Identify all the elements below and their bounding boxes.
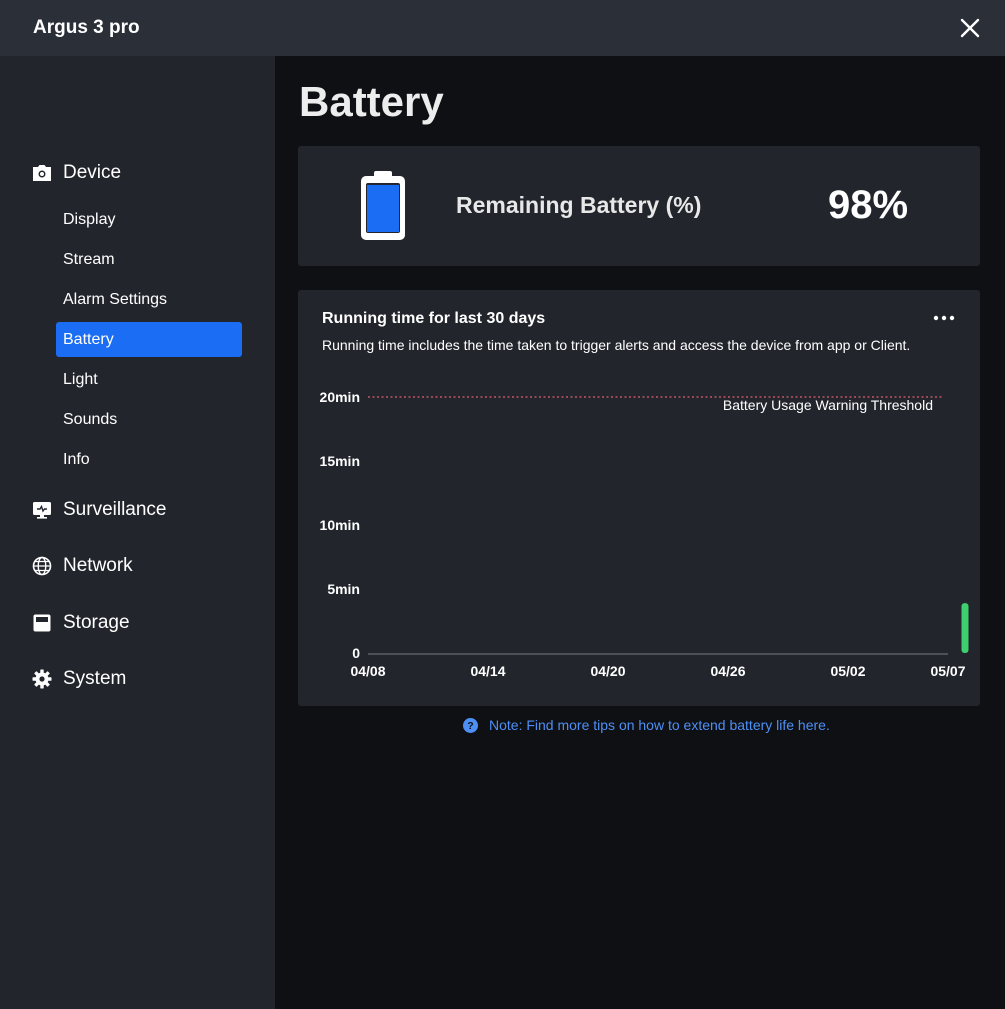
x-tick-label: 05/02 [830, 663, 865, 679]
camera-icon [32, 163, 52, 183]
sidebar-item-light[interactable]: Light [56, 362, 242, 397]
battery-icon [361, 171, 405, 240]
sidebar-group-label: Network [63, 555, 133, 576]
close-button[interactable] [957, 15, 983, 41]
sidebar-item-sounds[interactable]: Sounds [56, 402, 242, 437]
sidebar-group-system[interactable]: System [32, 664, 126, 694]
battery-label: Remaining Battery (%) [456, 192, 702, 218]
x-tick-label: 04/14 [470, 663, 505, 679]
threshold-label: Battery Usage Warning Threshold [723, 397, 933, 413]
help-icon: ? [463, 717, 478, 733]
sidebar-group-device[interactable]: Device [32, 158, 121, 188]
y-tick-label: 20min [320, 389, 360, 405]
sidebar-item-battery[interactable]: Battery [56, 322, 242, 357]
battery-tips-link[interactable]: Note: Find more tips on how to extend ba… [489, 717, 830, 733]
sidebar-item-display[interactable]: Display [56, 202, 242, 237]
x-tick-label: 04/26 [710, 663, 745, 679]
title-bar: Argus 3 pro [0, 0, 1005, 56]
page-title: Battery [299, 78, 444, 125]
sidebar-item-info[interactable]: Info [56, 442, 242, 477]
y-tick-label: 0 [352, 645, 360, 661]
y-tick-label: 5min [327, 581, 360, 597]
monitor-icon [32, 500, 52, 520]
gear-icon [32, 669, 52, 689]
sidebar-item-alarm-settings[interactable]: Alarm Settings [56, 282, 242, 317]
sidebar-group-label: System [63, 668, 127, 689]
y-tick-label: 10min [320, 517, 360, 533]
sidebar: Device Display Stream Alarm Settings Bat… [0, 56, 275, 1009]
x-tick-label: 05/07 [930, 663, 965, 679]
sidebar-group-surveillance[interactable]: Surveillance [32, 495, 167, 525]
sidebar-group-network[interactable]: Network [32, 551, 133, 581]
app-title: Argus 3 pro [33, 17, 140, 38]
y-tick-label: 15min [320, 453, 360, 469]
running-time-chart: 0 5min 10min 15min 20min 04/08 04/14 04/20 04/26… [320, 389, 969, 679]
sidebar-group-label: Device [63, 162, 122, 183]
close-icon [960, 18, 980, 38]
sidebar-group-storage[interactable]: Storage [32, 608, 130, 638]
svg-text:?: ? [467, 720, 473, 732]
main-panel: Battery Remaining Battery (%) 98% Runnin… [275, 56, 1005, 1009]
chart-bar [961, 603, 969, 653]
x-tick-label: 04/08 [350, 663, 385, 679]
running-time-card: Running time for last 30 days Running ti… [298, 290, 980, 706]
sidebar-group-label: Surveillance [63, 499, 167, 520]
globe-icon [32, 556, 52, 576]
x-tick-label: 04/20 [590, 663, 625, 679]
sidebar-item-stream[interactable]: Stream [56, 242, 242, 277]
battery-tips-note[interactable]: ? Note: Find more tips on how to extend … [463, 717, 830, 733]
storage-icon [32, 613, 52, 633]
battery-card: Remaining Battery (%) 98% [298, 146, 980, 266]
battery-value: 98% [828, 183, 909, 227]
battery-fill [367, 184, 399, 232]
sidebar-group-label: Storage [63, 612, 130, 633]
